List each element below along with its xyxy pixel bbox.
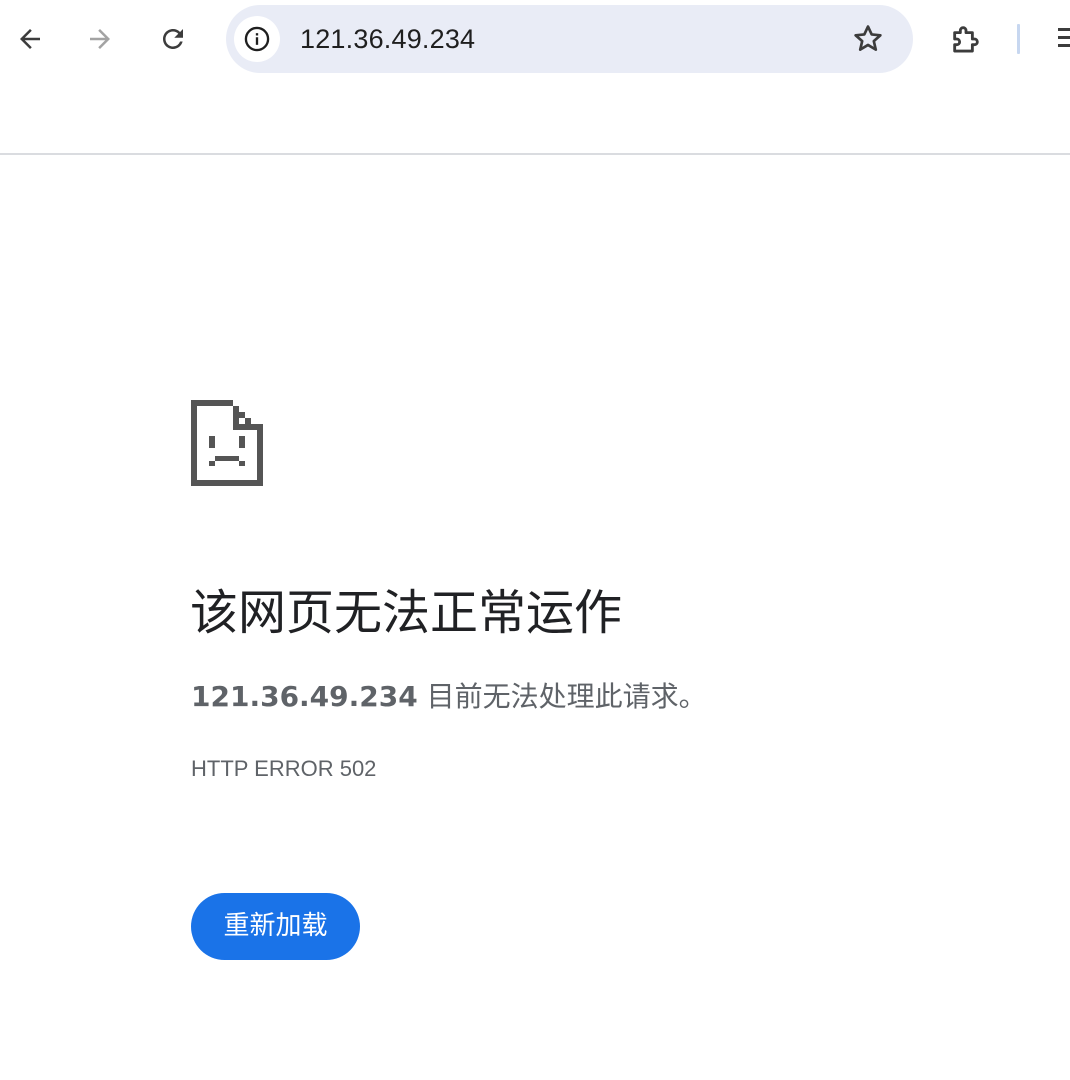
star-icon[interactable] bbox=[851, 22, 885, 56]
error-code: HTTP ERROR 502 bbox=[191, 756, 377, 781]
reload-toolbar-button[interactable] bbox=[153, 19, 193, 59]
toolbar-divider bbox=[1017, 24, 1020, 54]
menu-icon[interactable] bbox=[1052, 24, 1070, 54]
arrow-right-icon bbox=[90, 29, 110, 49]
browser-toolbar: 121.36.49.234 bbox=[0, 0, 1070, 78]
site-info-button[interactable] bbox=[234, 16, 280, 62]
error-heading: 该网页无法正常运作 bbox=[190, 585, 623, 641]
error-message: 目前无法处理此请求。 bbox=[417, 680, 707, 713]
reload-icon bbox=[163, 29, 183, 49]
puzzle-icon bbox=[953, 26, 979, 53]
reload-button[interactable]: 重新加载 bbox=[191, 893, 360, 960]
url-text[interactable]: 121.36.49.234 bbox=[300, 24, 475, 54]
error-host: 121.36.49.234 bbox=[191, 680, 418, 713]
bookmark-bar bbox=[0, 78, 1070, 155]
extensions-button[interactable] bbox=[946, 19, 986, 59]
sad-document-icon bbox=[191, 400, 263, 486]
forward-button[interactable] bbox=[80, 19, 120, 59]
error-summary: 121.36.49.234 目前无法处理此请求。 bbox=[191, 680, 707, 714]
arrow-left-icon bbox=[20, 29, 40, 49]
info-icon bbox=[244, 26, 270, 52]
back-button[interactable] bbox=[10, 19, 50, 59]
address-bar[interactable]: 121.36.49.234 bbox=[226, 5, 913, 73]
error-page: 该网页无法正常运作 121.36.49.234 目前无法处理此请求。 HTTP … bbox=[0, 155, 1070, 1080]
